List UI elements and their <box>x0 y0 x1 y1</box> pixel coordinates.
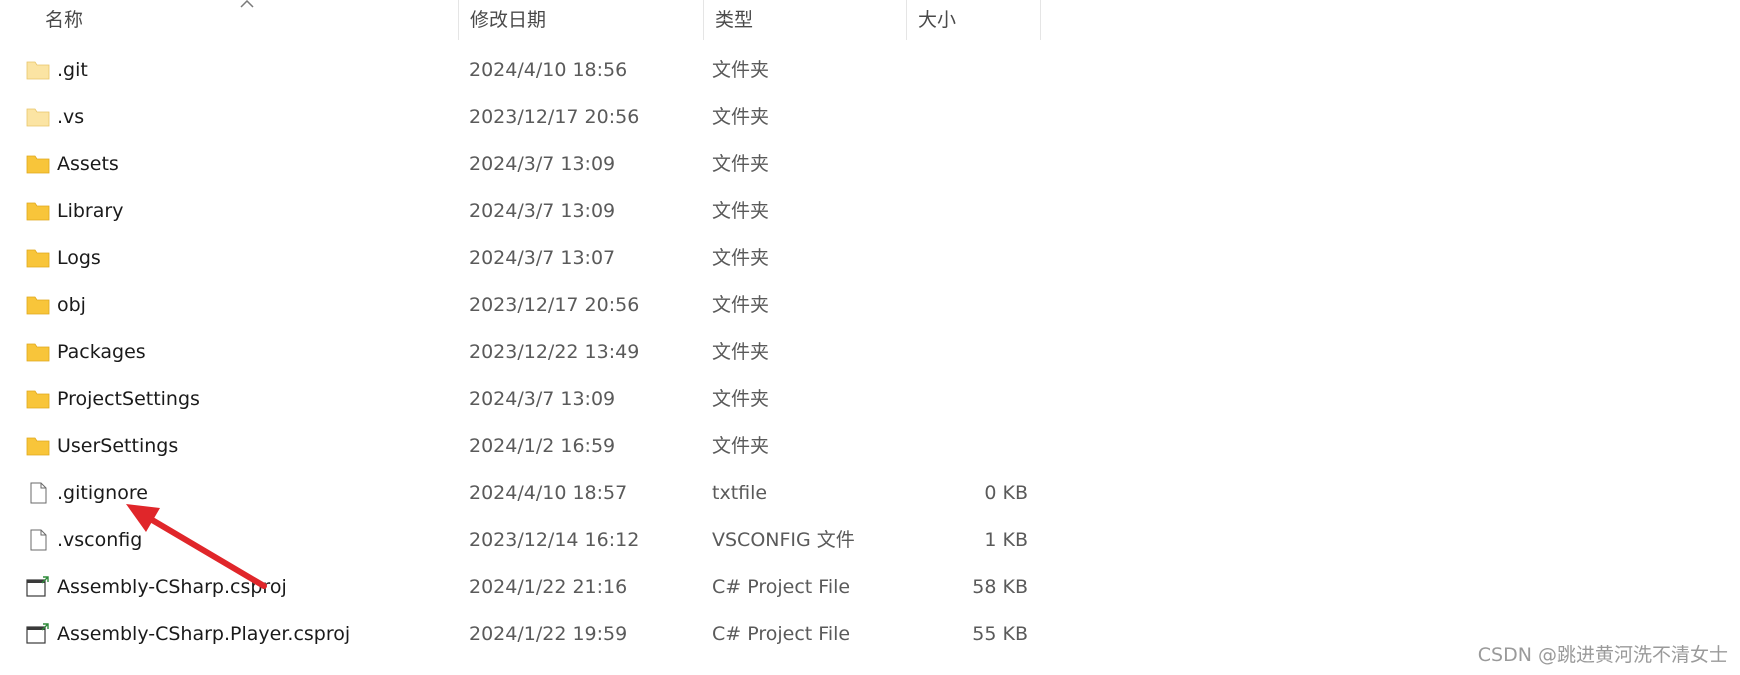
list-item[interactable]: .gitignore 2024/4/10 18:57 txtfile 0 KB <box>0 470 1040 517</box>
file-type: 文件夹 <box>712 200 770 222</box>
file-type: 文件夹 <box>712 435 770 457</box>
file-size: 55 KB <box>972 623 1028 645</box>
file-size <box>908 188 1028 235</box>
file-name: Assembly-CSharp.csproj <box>57 576 287 598</box>
list-item[interactable]: Logs 2024/3/7 13:07 文件夹 <box>0 235 1040 282</box>
folder-icon <box>26 108 50 127</box>
list-item[interactable]: Library 2024/3/7 13:09 文件夹 <box>0 188 1040 235</box>
file-size <box>908 282 1028 329</box>
csproj-icon <box>26 623 49 644</box>
list-item[interactable]: .vsconfig 2023/12/14 16:12 VSCONFIG 文件 1… <box>0 517 1040 564</box>
column-header-size-label: 大小 <box>918 9 957 31</box>
file-date: 2024/4/10 18:57 <box>469 482 628 504</box>
file-size <box>908 94 1028 141</box>
folder-icon <box>26 202 50 221</box>
file-list: .git 2024/4/10 18:56 文件夹 .vs 2023/12/17 … <box>0 47 1740 658</box>
file-size <box>908 376 1028 423</box>
file-size: 1 KB <box>984 529 1028 551</box>
column-divider[interactable] <box>1040 0 1041 40</box>
file-size <box>908 423 1028 470</box>
file-date: 2023/12/22 13:49 <box>469 341 640 363</box>
file-name: Packages <box>57 341 146 363</box>
file-type: 文件夹 <box>712 294 770 316</box>
file-type: 文件夹 <box>712 341 770 363</box>
file-size <box>908 141 1028 188</box>
file-size <box>908 329 1028 376</box>
watermark: CSDN @跳进黄河洗不清女士 <box>1477 644 1728 666</box>
file-name: Logs <box>57 247 101 269</box>
file-date: 2023/12/14 16:12 <box>469 529 640 551</box>
file-date: 2024/3/7 13:07 <box>469 247 616 269</box>
list-item[interactable]: UserSettings 2024/1/2 16:59 文件夹 <box>0 423 1040 470</box>
folder-icon <box>26 343 50 362</box>
list-item[interactable]: Assembly-CSharp.csproj 2024/1/22 21:16 C… <box>0 564 1040 611</box>
file-size: 58 KB <box>972 576 1028 598</box>
file-name: .gitignore <box>57 482 148 504</box>
file-type: txtfile <box>712 482 768 504</box>
file-type: 文件夹 <box>712 59 770 81</box>
folder-icon <box>26 390 50 409</box>
list-item[interactable]: .git 2024/4/10 18:56 文件夹 <box>0 47 1040 94</box>
file-date: 2024/3/7 13:09 <box>469 153 616 175</box>
file-name: obj <box>57 294 86 316</box>
file-type: C# Project File <box>712 623 851 645</box>
file-name: .vs <box>57 106 85 128</box>
list-item[interactable]: obj 2023/12/17 20:56 文件夹 <box>0 282 1040 329</box>
folder-icon <box>26 249 50 268</box>
column-header-date-label: 修改日期 <box>470 9 547 31</box>
folder-icon <box>26 437 50 456</box>
column-header-bar: 名称 修改日期 类型 大小 <box>0 0 1740 40</box>
file-date: 2024/1/22 19:59 <box>469 623 628 645</box>
column-header-date[interactable]: 修改日期 <box>458 0 703 40</box>
file-type: 文件夹 <box>712 247 770 269</box>
file-icon <box>30 529 47 551</box>
list-item[interactable]: .vs 2023/12/17 20:56 文件夹 <box>0 94 1040 141</box>
folder-icon <box>26 155 50 174</box>
file-type: 文件夹 <box>712 106 770 128</box>
file-name: ProjectSettings <box>57 388 200 410</box>
file-name: UserSettings <box>57 435 179 457</box>
file-date: 2024/4/10 18:56 <box>469 59 628 81</box>
file-name: .git <box>57 59 88 81</box>
file-date: 2023/12/17 20:56 <box>469 294 640 316</box>
file-icon <box>30 482 47 504</box>
list-item[interactable]: Assembly-CSharp.Player.csproj 2024/1/22 … <box>0 611 1040 658</box>
file-name: Assembly-CSharp.Player.csproj <box>57 623 351 645</box>
list-item[interactable]: Assets 2024/3/7 13:09 文件夹 <box>0 141 1040 188</box>
file-date: 2024/1/2 16:59 <box>469 435 616 457</box>
file-name: .vsconfig <box>57 529 143 551</box>
file-size <box>908 47 1028 94</box>
column-header-type[interactable]: 类型 <box>703 0 906 40</box>
folder-icon <box>26 296 50 315</box>
list-item[interactable]: ProjectSettings 2024/3/7 13:09 文件夹 <box>0 376 1040 423</box>
file-date: 2024/3/7 13:09 <box>469 388 616 410</box>
file-type: C# Project File <box>712 576 851 598</box>
column-header-name-label: 名称 <box>45 9 84 31</box>
csproj-icon <box>26 576 49 597</box>
column-header-type-label: 类型 <box>715 9 754 31</box>
file-date: 2024/3/7 13:09 <box>469 200 616 222</box>
list-item[interactable]: Packages 2023/12/22 13:49 文件夹 <box>0 329 1040 376</box>
column-header-size[interactable]: 大小 <box>906 0 1040 40</box>
file-type: 文件夹 <box>712 153 770 175</box>
file-name: Library <box>57 200 124 222</box>
folder-icon <box>26 61 50 80</box>
file-name: Assets <box>57 153 119 175</box>
file-date: 2024/1/22 21:16 <box>469 576 628 598</box>
file-type: 文件夹 <box>712 388 770 410</box>
file-size: 0 KB <box>984 482 1028 504</box>
sort-ascending-icon <box>240 0 254 8</box>
file-type: VSCONFIG 文件 <box>712 529 855 551</box>
file-date: 2023/12/17 20:56 <box>469 106 640 128</box>
file-size <box>908 235 1028 282</box>
